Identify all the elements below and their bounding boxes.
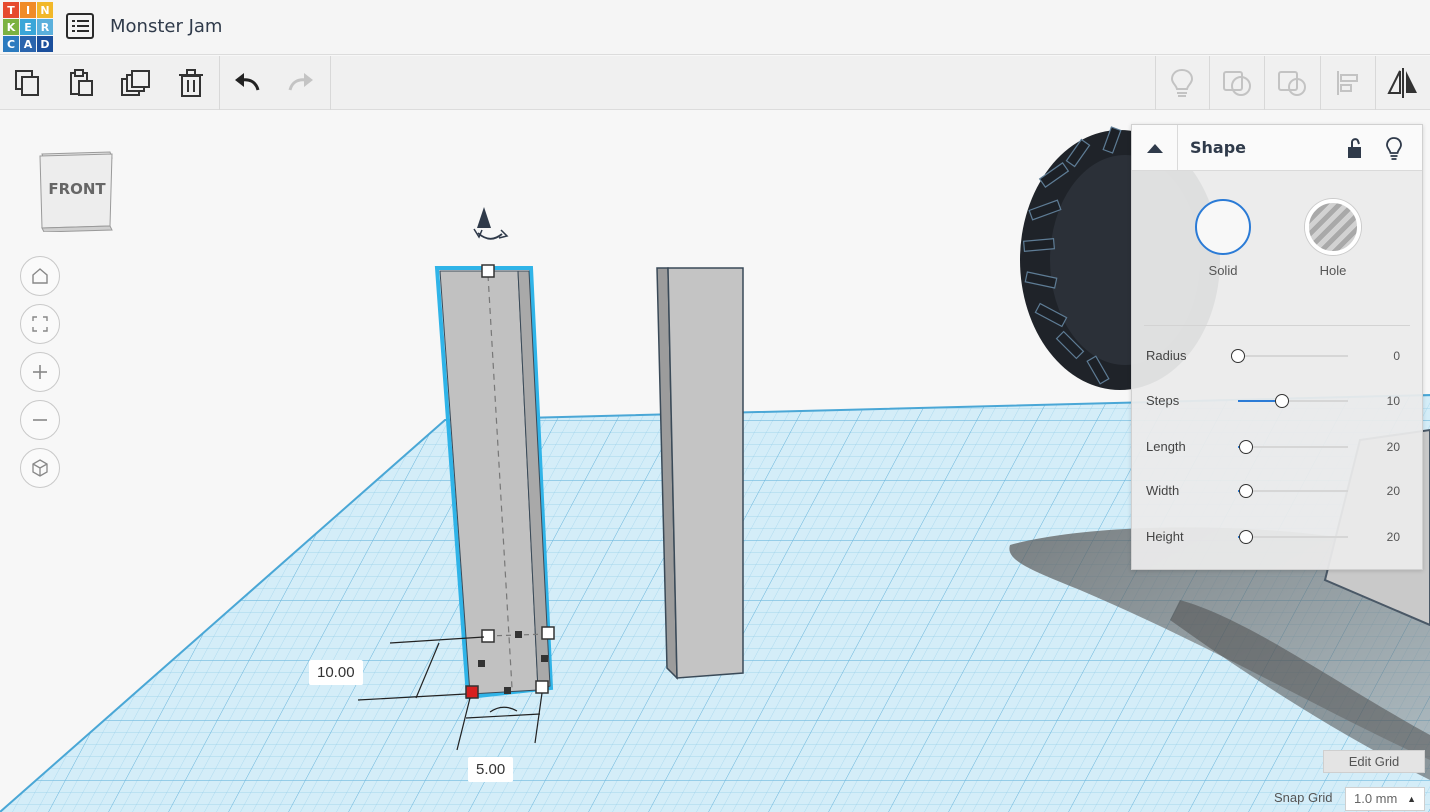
notes-button[interactable] <box>1155 56 1209 110</box>
solid-option[interactable]: Solid <box>1194 199 1252 278</box>
width-slider-knob[interactable] <box>1238 484 1253 498</box>
perspective-icon <box>32 459 48 477</box>
height-dimension-label[interactable]: 10.00 <box>309 660 363 685</box>
lightbulb-icon <box>1386 137 1402 160</box>
steps-slider-knob[interactable] <box>1275 394 1289 408</box>
property-value[interactable]: 20 <box>1387 530 1400 544</box>
width-dimension-label[interactable]: 5.00 <box>468 757 514 782</box>
shape-inspector-panel: Shape Solid Hole Radius 0 Steps 10 Lengt… <box>1131 124 1423 570</box>
property-name: Width <box>1146 483 1180 498</box>
undo-icon <box>235 73 260 91</box>
snap-grid-label: Snap Grid <box>1274 790 1333 805</box>
property-height: Height 20 <box>1146 527 1410 547</box>
align-button[interactable] <box>1321 56 1375 110</box>
ungroup-icon <box>1278 71 1306 96</box>
property-value[interactable]: 0 <box>1393 349 1400 363</box>
property-value[interactable]: 20 <box>1387 484 1400 498</box>
logo-letter: E <box>20 19 36 35</box>
inspector-title: Shape <box>1190 138 1247 157</box>
property-name: Height <box>1146 529 1184 544</box>
radius-slider-knob[interactable] <box>1231 349 1245 363</box>
ungroup-button[interactable] <box>1265 56 1319 110</box>
property-radius: Radius 0 <box>1146 346 1410 366</box>
hole-swatch[interactable] <box>1305 199 1361 255</box>
lock-button[interactable] <box>1344 136 1366 160</box>
mirror-icon <box>1387 68 1417 98</box>
align-icon <box>1337 71 1358 95</box>
inspector-header: Shape <box>1132 125 1422 171</box>
perspective-button[interactable] <box>20 448 60 488</box>
fit-view-button[interactable] <box>20 304 60 344</box>
width-slider-track[interactable] <box>1238 490 1348 492</box>
home-view-icon <box>32 268 48 284</box>
radius-slider-track[interactable] <box>1238 355 1348 357</box>
rotate-handle-icon <box>473 207 509 240</box>
paste-icon <box>70 69 93 96</box>
solid-label: Solid <box>1208 263 1238 278</box>
edit-grid-button[interactable]: Edit Grid <box>1323 750 1425 773</box>
height-slider-knob[interactable] <box>1238 530 1253 544</box>
zoom-out-button[interactable] <box>20 400 60 440</box>
logo-letter: A <box>20 36 36 52</box>
solid-swatch[interactable] <box>1195 199 1251 255</box>
property-steps: Steps 10 <box>1146 391 1410 411</box>
copy-button[interactable] <box>0 56 54 110</box>
logo-letter: R <box>37 19 53 35</box>
property-name: Radius <box>1146 348 1187 363</box>
logo-letter: D <box>37 36 53 52</box>
snap-grid-select[interactable]: 1.0 mm ▲ <box>1345 787 1425 811</box>
zoom-out-icon <box>33 419 47 421</box>
unlock-icon <box>1348 138 1361 158</box>
zoom-in-icon <box>33 365 47 379</box>
group-icon <box>1223 71 1251 96</box>
duplicate-button[interactable] <box>109 56 163 110</box>
mirror-button[interactable] <box>1376 56 1430 110</box>
logo-letter: N <box>37 2 53 18</box>
delete-icon <box>179 69 203 97</box>
group-button[interactable] <box>1210 56 1264 110</box>
view-cube[interactable]: FRONT <box>38 148 116 233</box>
logo-letter: I <box>20 2 36 18</box>
property-length: Length 20 <box>1146 437 1410 457</box>
property-width: Width 20 <box>1146 481 1410 501</box>
logo-letter: T <box>3 2 19 18</box>
notes-icon <box>1170 68 1194 97</box>
property-name: Steps <box>1146 393 1180 408</box>
fit-view-icon <box>32 316 48 332</box>
height-slider-track[interactable] <box>1238 536 1348 538</box>
zoom-in-button[interactable] <box>20 352 60 392</box>
length-slider-knob[interactable] <box>1238 440 1253 454</box>
redo-icon <box>288 73 313 91</box>
app-header: TIN KER CAD Monster Jam <box>0 0 1430 55</box>
snap-grid-value: 1.0 mm <box>1354 791 1398 806</box>
logo-letter: C <box>3 36 19 52</box>
hole-option[interactable]: Hole <box>1304 199 1362 278</box>
duplicate-icon <box>121 70 150 96</box>
design-list-button[interactable] <box>66 13 94 39</box>
box-shape-2 <box>656 267 744 680</box>
chevron-up-icon <box>1146 144 1163 153</box>
hole-label: Hole <box>1319 263 1347 278</box>
property-name: Length <box>1146 439 1186 454</box>
length-slider-track[interactable] <box>1238 446 1348 448</box>
undo-button[interactable] <box>220 56 274 110</box>
property-value[interactable]: 10 <box>1387 394 1400 408</box>
property-value[interactable]: 20 <box>1387 440 1400 454</box>
caret-up-icon: ▲ <box>1407 794 1416 804</box>
logo-letter: K <box>3 19 19 35</box>
copy-icon <box>15 70 39 96</box>
home-view-button[interactable] <box>20 256 60 296</box>
collapse-inspector-button[interactable] <box>1132 125 1178 171</box>
view-cube-face-label: FRONT <box>48 180 106 198</box>
tinkercad-logo[interactable]: TIN KER CAD <box>3 2 53 52</box>
toolbar <box>0 56 1430 110</box>
delete-button[interactable] <box>164 56 218 110</box>
paste-button[interactable] <box>54 56 108 110</box>
shape-notes-button[interactable] <box>1383 136 1405 160</box>
redo-button[interactable] <box>274 56 328 110</box>
project-title[interactable]: Monster Jam <box>110 16 222 37</box>
